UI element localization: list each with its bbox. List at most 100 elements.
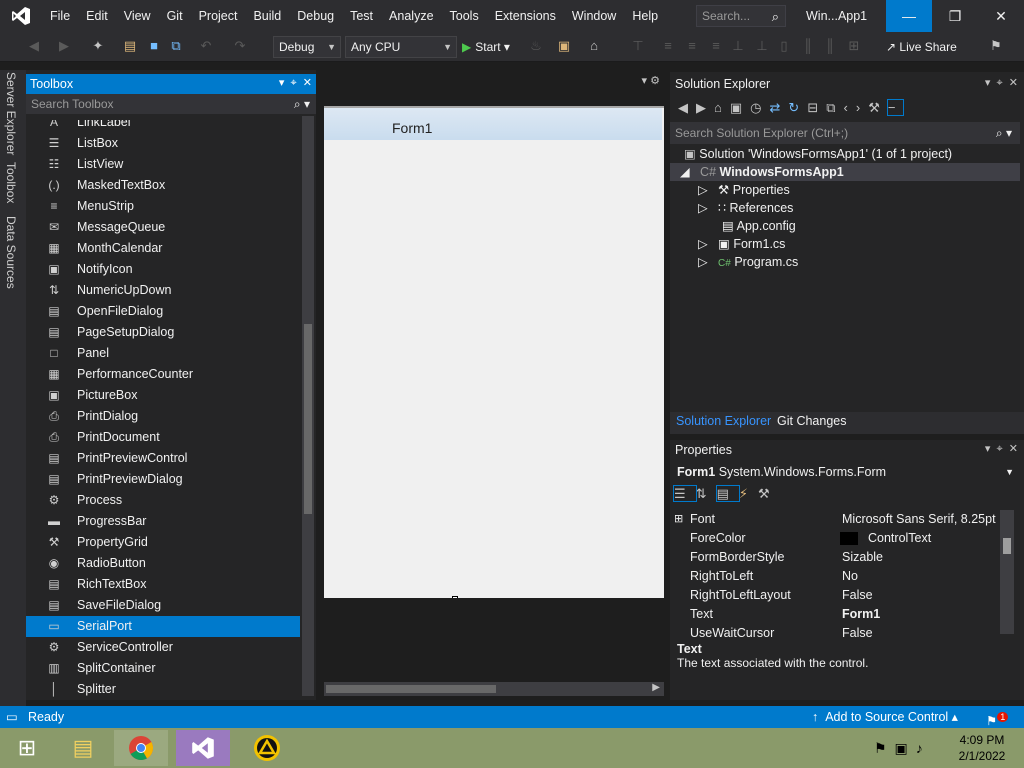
- visual-studio-taskbar-icon[interactable]: [176, 730, 230, 766]
- undo-icon[interactable]: ↶: [198, 38, 214, 54]
- browser-icon[interactable]: ⌂: [586, 38, 602, 54]
- home-icon[interactable]: ⌂: [714, 100, 730, 115]
- file-explorer-icon[interactable]: ▤: [56, 730, 110, 766]
- menu-view[interactable]: View: [116, 0, 159, 32]
- toolbox-item[interactable]: ▣ NotifyIcon: [26, 259, 300, 280]
- scroll-right-icon[interactable]: ▶: [652, 682, 660, 693]
- collapse-all-icon[interactable]: ⊟: [807, 100, 826, 115]
- system-clock[interactable]: 4:09 PM 2/1/2022: [950, 732, 1014, 764]
- menu-window[interactable]: Window: [564, 0, 624, 32]
- align-center-icon[interactable]: ≡: [660, 38, 676, 54]
- property-value[interactable]: Sizable: [842, 548, 883, 567]
- toolbox-item[interactable]: ⇅ NumericUpDown: [26, 280, 300, 301]
- categorized-icon[interactable]: ☰: [673, 485, 697, 502]
- tab-solution-explorer[interactable]: Solution Explorer: [676, 414, 771, 428]
- align-right-icon[interactable]: ≡: [684, 38, 700, 54]
- save-icon[interactable]: ■: [146, 38, 162, 54]
- property-row[interactable]: RightToLeftLayout False: [670, 586, 1000, 605]
- toolbox-item[interactable]: ⎙ PrintDocument: [26, 427, 300, 448]
- toolbox-item[interactable]: ▤ PrintPreviewControl: [26, 448, 300, 469]
- history-icon[interactable]: ◷: [750, 100, 769, 115]
- toolbox-item[interactable]: ▤ PageSetupDialog: [26, 322, 300, 343]
- redo-icon[interactable]: ↷: [232, 38, 248, 54]
- view-code-icon[interactable]: ‹›: [844, 100, 869, 115]
- tab-overflow-icon[interactable]: ▾ ⚙: [642, 74, 660, 87]
- forward-icon[interactable]: ▶: [56, 38, 72, 54]
- panel-controls[interactable]: ▾ ⌖ ✕: [985, 76, 1018, 90]
- toolbox-scrollbar[interactable]: [302, 116, 314, 696]
- menu-edit[interactable]: Edit: [78, 0, 116, 32]
- toolbox-item[interactable]: ▤ PrintPreviewDialog: [26, 469, 300, 490]
- toolbox-item[interactable]: ✉ MessageQueue: [26, 217, 300, 238]
- minimize-button[interactable]: —: [886, 0, 932, 32]
- tab-git-changes[interactable]: Git Changes: [777, 414, 846, 428]
- menu-project[interactable]: Project: [191, 0, 246, 32]
- align-bottom-icon[interactable]: ⊥: [754, 38, 770, 54]
- chrome-icon[interactable]: [114, 730, 168, 766]
- back-icon[interactable]: ◀: [678, 100, 696, 115]
- toolbox-item[interactable]: ▤ RichTextBox: [26, 574, 300, 595]
- start-button[interactable]: ▶ Start ▾: [462, 36, 510, 58]
- app-taskbar-icon[interactable]: [240, 730, 294, 766]
- show-all-files-icon[interactable]: ⧉: [826, 100, 843, 115]
- toolbox-item[interactable]: ☷ ListView: [26, 154, 300, 175]
- menu-analyze[interactable]: Analyze: [381, 0, 441, 32]
- switch-views-icon[interactable]: ▣: [730, 100, 750, 115]
- align-middle-icon[interactable]: ⊥: [730, 38, 746, 54]
- menu-file[interactable]: File: [42, 0, 78, 32]
- property-value[interactable]: No: [842, 567, 858, 586]
- property-pages-icon[interactable]: ⚒: [758, 486, 780, 501]
- property-value[interactable]: ControlText: [868, 529, 931, 548]
- property-value[interactable]: False: [842, 586, 873, 605]
- toolbox-item[interactable]: □ Panel: [26, 343, 300, 364]
- toolbox-item[interactable]: ⚒ PropertyGrid: [26, 532, 300, 553]
- grid-icon[interactable]: ⊞: [846, 38, 862, 54]
- solution-explorer-search-input[interactable]: Search Solution Explorer (Ctrl+;) ⌕ ▾: [670, 122, 1020, 144]
- toolbox-item[interactable]: ▣ PictureBox: [26, 385, 300, 406]
- expand-icon[interactable]: ⊞: [674, 510, 683, 529]
- tab-toolbox[interactable]: Toolbox: [4, 162, 18, 203]
- tab-data-sources[interactable]: Data Sources: [4, 216, 18, 289]
- property-row[interactable]: FormBorderStyle Sizable: [670, 548, 1000, 567]
- menu-git[interactable]: Git: [159, 0, 191, 32]
- maximize-button[interactable]: ❐: [932, 0, 978, 32]
- refresh-icon[interactable]: ↻: [788, 100, 807, 115]
- tab-server-explorer[interactable]: Server Explorer: [4, 72, 18, 155]
- scrollbar-thumb[interactable]: [326, 685, 496, 693]
- save-all-icon[interactable]: ⧉: [168, 38, 184, 54]
- scrollbar-thumb[interactable]: [304, 324, 312, 514]
- events-icon[interactable]: ⚡: [739, 486, 758, 501]
- menu-tools[interactable]: Tools: [442, 0, 487, 32]
- property-row[interactable]: RightToLeft No: [670, 567, 1000, 586]
- toolbox-item[interactable]: ▤ OpenFileDialog: [26, 301, 300, 322]
- tree-node-form1[interactable]: ▷ ▣ Form1.cs: [698, 235, 785, 253]
- toolbox-item[interactable]: ⚙ Process: [26, 490, 300, 511]
- center-icon[interactable]: ║: [822, 38, 838, 54]
- align-left-icon[interactable]: ⊤: [630, 38, 646, 54]
- menu-build[interactable]: Build: [245, 0, 289, 32]
- make-same-size-icon[interactable]: ▯: [776, 38, 792, 54]
- properties-toolbar[interactable]: ☰⇅▤⚡⚒: [673, 485, 874, 508]
- property-grid-scrollbar[interactable]: [1000, 510, 1014, 634]
- form-designer[interactable]: Form1: [324, 106, 664, 602]
- toolbox-item[interactable]: (.) MaskedTextBox: [26, 175, 300, 196]
- toolbox-item[interactable]: A LinkLabel: [26, 120, 300, 133]
- tree-node-program[interactable]: ▷ C# Program.cs: [698, 253, 798, 271]
- toolbox-item[interactable]: ▦ PerformanceCounter: [26, 364, 300, 385]
- toolbox-item[interactable]: ⎙ PrintDialog: [26, 406, 300, 427]
- menu-test[interactable]: Test: [342, 0, 381, 32]
- live-share-button[interactable]: ↗ Live Share: [886, 36, 957, 58]
- toolbox-item[interactable]: ▤ SaveFileDialog: [26, 595, 300, 616]
- new-project-icon[interactable]: ✦: [90, 38, 106, 54]
- open-folder-icon[interactable]: ▤: [122, 38, 138, 54]
- property-row[interactable]: ⊞ Font Microsoft Sans Serif, 8.25pt: [670, 510, 1000, 529]
- solution-folder-icon[interactable]: ▣: [556, 38, 572, 54]
- property-row[interactable]: Text Form1: [670, 605, 1000, 624]
- toolbox-item[interactable]: ◉ RadioButton: [26, 553, 300, 574]
- search-input[interactable]: Search... ⌕: [696, 5, 786, 27]
- toolbox-search-input[interactable]: Search Toolbox ⌕ ▾: [26, 94, 316, 114]
- toolbox-item[interactable]: ▥ SplitContainer: [26, 658, 300, 679]
- property-value[interactable]: Form1: [842, 605, 880, 624]
- panel-controls[interactable]: ▾ ⌖ ✕: [985, 442, 1018, 456]
- tree-node-references[interactable]: ▷ ∷ References: [698, 199, 793, 217]
